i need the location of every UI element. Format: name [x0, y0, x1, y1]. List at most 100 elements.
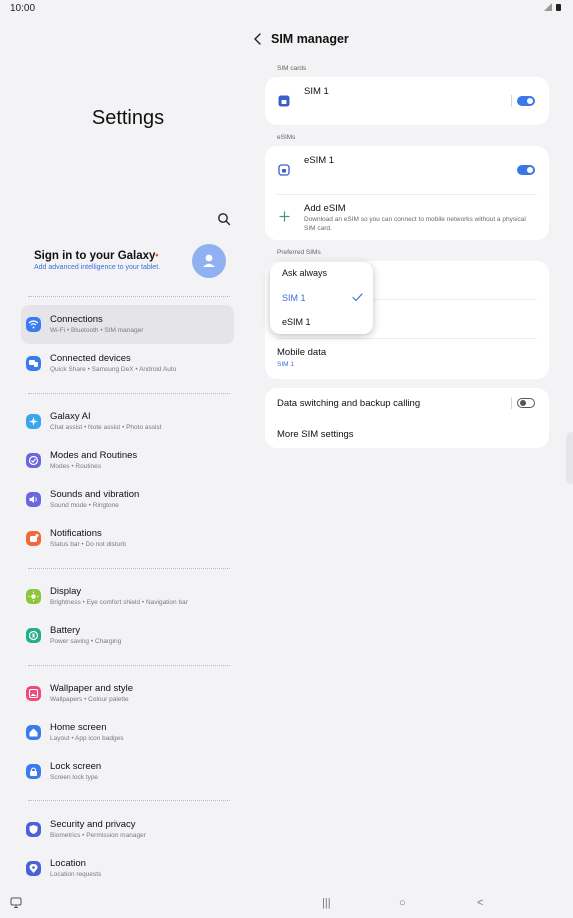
signal-icon: [544, 3, 553, 11]
menu-item-home-screen[interactable]: Home screen Layout • App icon badges: [21, 713, 234, 752]
esim1-label[interactable]: eSIM 1: [304, 155, 334, 166]
menu-item-subtitle: Wi-Fi • Bluetooth • SIM manager: [50, 327, 144, 334]
more-sim-settings[interactable]: More SIM settings: [277, 429, 354, 440]
menu-item-wallpaper-and-style[interactable]: Wallpaper and style Wallpapers • Colour p…: [21, 674, 234, 713]
mobile-data-title: Mobile data: [277, 347, 327, 358]
divider: [28, 800, 230, 801]
settings-card: Data switching and backup calling More S…: [265, 388, 549, 448]
keyboard-icon[interactable]: [10, 897, 22, 909]
back-button[interactable]: <: [477, 897, 483, 909]
account-signin[interactable]: Sign in to your Galaxy•: [34, 250, 159, 262]
home-icon-glyph: [29, 728, 38, 737]
preferred-sim-dropdown: Ask always SIM 1 eSIM 1: [270, 262, 373, 334]
sim1-label[interactable]: SIM 1: [304, 86, 329, 97]
menu-item-subtitle: Sound mode • Ringtone: [50, 502, 119, 509]
check-circle-icon-glyph: [28, 455, 39, 466]
menu-item-battery[interactable]: Battery Power saving • Charging: [21, 616, 234, 655]
menu-item-subtitle: Location requests: [50, 871, 102, 878]
data-switching-toggle[interactable]: [517, 398, 535, 408]
data-switching-label[interactable]: Data switching and backup calling: [277, 398, 420, 409]
menu-item-subtitle: Screen lock type: [50, 774, 99, 781]
toggle-knob: [527, 167, 533, 173]
menu-item-subtitle: Chat assist • Note assist • Photo assist: [50, 424, 162, 431]
menu-item-galaxy-ai[interactable]: Galaxy AI Chat assist • Note assist • Pho…: [21, 402, 234, 441]
menu-item-title: Battery: [50, 625, 81, 636]
dropdown-option-esim1[interactable]: eSIM 1: [282, 317, 311, 327]
menu-item-subtitle: Biometrics • Permission manager: [50, 832, 146, 839]
sparkle-icon: [26, 414, 41, 429]
menu-item-title: Notifications: [50, 528, 102, 539]
menu-item-title: Security and privacy: [50, 819, 136, 830]
search-icon[interactable]: [217, 212, 231, 226]
back-icon[interactable]: [252, 33, 264, 45]
image-icon-glyph: [28, 688, 39, 699]
settings-title: Settings: [91, 107, 165, 129]
menu-item-modes-and-routines[interactable]: Modes and Routines Modes • Routines: [21, 441, 234, 480]
menu-item-subtitle: Wallpapers • Colour palette: [50, 696, 129, 703]
battery-ring-icon: [26, 628, 41, 643]
sun-icon: [26, 589, 41, 604]
menu-item-title: Lock screen: [50, 761, 102, 772]
lock-icon: [26, 764, 41, 779]
page-title: SIM manager: [271, 32, 349, 46]
menu-item-connections[interactable]: Connections Wi-Fi • Bluetooth • SIM manag…: [21, 305, 234, 344]
account-title: Sign in to your Galaxy: [34, 250, 156, 262]
wifi-icon-glyph: [28, 320, 39, 329]
lock-icon-glyph: [30, 767, 37, 776]
sim-card-icon: [278, 95, 290, 107]
section-label-sim-cards: SIM cards: [277, 65, 307, 72]
menu-item-subtitle: Status bar • Do not disturb: [50, 541, 126, 548]
menu-item-lock-screen[interactable]: Lock screen Screen lock type: [21, 752, 234, 791]
menu-item-title: Home screen: [50, 722, 107, 733]
divider: [28, 665, 230, 666]
menu-item-location[interactable]: Location Location requests: [21, 849, 234, 888]
menu-item-subtitle: Modes • Routines: [50, 463, 102, 470]
menu-item-title: Location: [50, 858, 86, 869]
sparkle-icon-glyph: [29, 417, 38, 426]
menu-item-subtitle: Brightness • Eye comfort shield • Naviga…: [50, 599, 188, 606]
add-esim-title: Add eSIM: [304, 203, 346, 214]
shield-icon: [26, 822, 41, 837]
avatar[interactable]: [192, 244, 226, 278]
devices-icon-glyph: [29, 360, 38, 367]
mobile-data-row[interactable]: Mobile data SIM 1: [265, 339, 549, 377]
devices-icon: [26, 356, 41, 371]
separator: [511, 95, 512, 107]
menu-item-title: Display: [50, 586, 82, 597]
section-label-esims: eSIMs: [277, 134, 296, 141]
divider: [28, 568, 230, 569]
person-icon: [203, 254, 215, 267]
wifi-icon: [26, 317, 41, 332]
toggle-knob: [527, 98, 533, 104]
menu-item-title: Galaxy AI: [50, 411, 91, 422]
edge-panel-handle[interactable]: [566, 432, 573, 484]
battery-icon: [556, 4, 561, 11]
divider: [28, 296, 230, 297]
check-circle-icon: [26, 453, 41, 468]
check-icon: [352, 293, 363, 302]
status-icons: [544, 3, 561, 13]
toggle-knob: [520, 400, 526, 406]
account-subtitle: Add advanced intelligence to your tablet…: [34, 264, 161, 271]
sim1-toggle[interactable]: [517, 96, 535, 106]
menu-item-connected-devices[interactable]: Connected devices Quick Share • Samsung D…: [21, 344, 234, 383]
menu-item-sounds-and-vibration[interactable]: Sounds and vibration Sound mode • Rington…: [21, 480, 234, 519]
add-esim-row[interactable]: Add eSIM Download an eSIM so you can con…: [265, 195, 549, 239]
pin-icon-glyph: [29, 864, 38, 873]
menu-item-subtitle: Quick Share • Samsung DeX • Android Auto: [50, 366, 177, 373]
recents-button[interactable]: |||: [322, 897, 331, 909]
menu-item-security-and-privacy[interactable]: Security and privacy Biometrics • Permiss…: [21, 810, 234, 849]
menu-item-title: Connections: [50, 314, 103, 325]
menu-item-title: Connected devices: [50, 353, 131, 364]
pin-icon: [26, 861, 41, 876]
esim1-toggle[interactable]: [517, 165, 535, 175]
section-label-preferred: Preferred SIMs: [277, 249, 321, 256]
dropdown-option-sim1[interactable]: SIM 1: [282, 293, 306, 303]
status-time: 10:00: [10, 3, 36, 14]
dropdown-option-ask-always[interactable]: Ask always: [282, 268, 327, 278]
home-button[interactable]: ○: [399, 897, 406, 909]
speaker-icon-glyph: [29, 496, 37, 503]
menu-item-display[interactable]: Display Brightness • Eye comfort shield •…: [21, 577, 234, 616]
esim-icon: [278, 164, 290, 176]
menu-item-notifications[interactable]: Notifications Status bar • Do not disturb: [21, 519, 234, 558]
